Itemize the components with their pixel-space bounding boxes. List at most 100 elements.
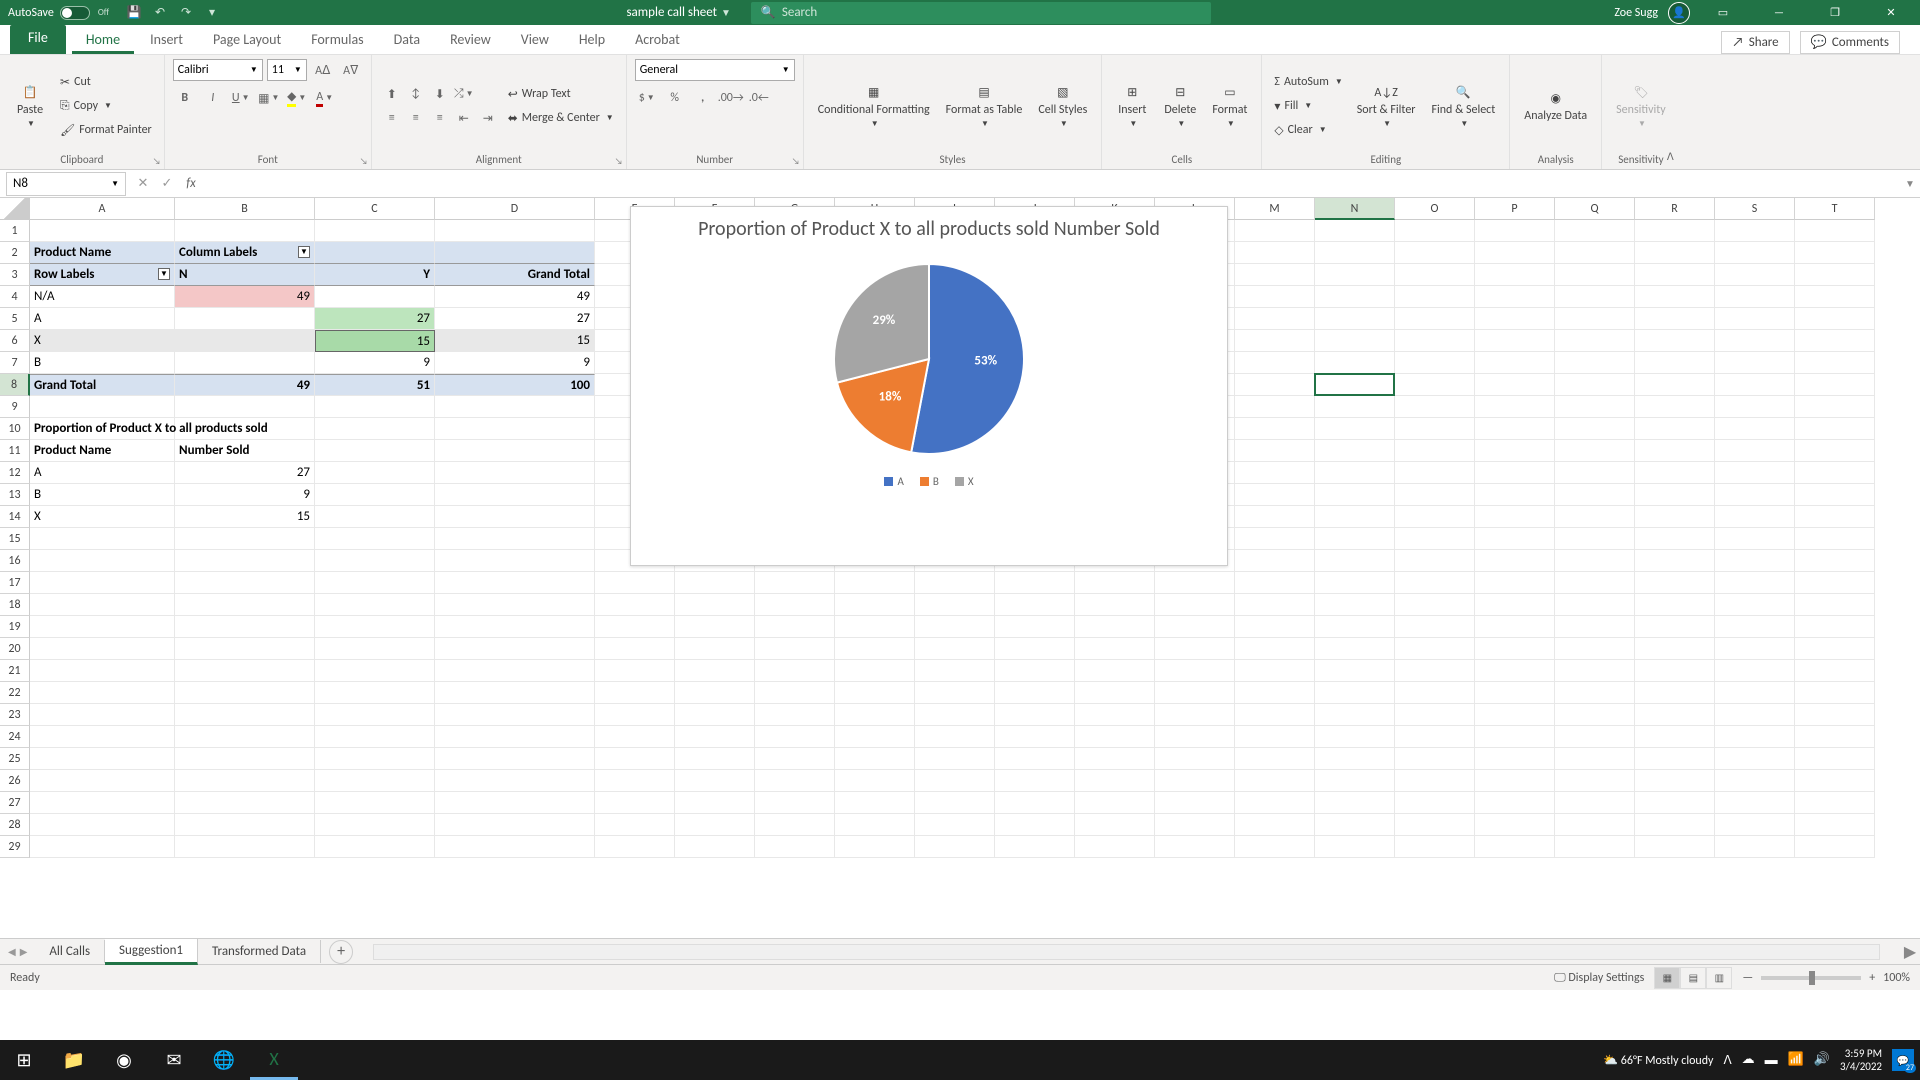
cell[interactable] [1715, 220, 1795, 242]
conditional-formatting-button[interactable]: ▦Conditional Formatting▼ [812, 59, 936, 153]
cell[interactable] [315, 814, 435, 836]
cell[interactable] [1715, 682, 1795, 704]
increase-decimal-button[interactable]: .00→ [719, 87, 743, 109]
cell[interactable] [1555, 418, 1635, 440]
weather-widget[interactable]: ⛅ 66°F Mostly cloudy [1603, 1053, 1713, 1068]
cell[interactable] [995, 594, 1075, 616]
cell[interactable] [1475, 792, 1555, 814]
cell[interactable] [30, 792, 175, 814]
cell[interactable] [1795, 220, 1875, 242]
cell[interactable] [1235, 308, 1315, 330]
cell[interactable] [835, 792, 915, 814]
cell[interactable] [1235, 506, 1315, 528]
cell[interactable] [1475, 814, 1555, 836]
cell[interactable] [435, 594, 595, 616]
cell[interactable] [1795, 242, 1875, 264]
cell[interactable] [1235, 682, 1315, 704]
cell[interactable] [1795, 594, 1875, 616]
cell[interactable] [1635, 374, 1715, 396]
horizontal-scrollbar[interactable] [373, 944, 1880, 960]
start-button[interactable]: ⊞ [0, 1040, 48, 1080]
sheet-tab-transformed-data[interactable]: Transformed Data [198, 940, 321, 963]
cell[interactable] [175, 792, 315, 814]
cell[interactable] [1555, 572, 1635, 594]
cell[interactable]: 9 [175, 484, 315, 506]
cell[interactable]: B [30, 352, 175, 374]
cell[interactable] [315, 528, 435, 550]
font-color-button[interactable]: A▼ [313, 87, 337, 109]
zoom-in-icon[interactable]: + [1869, 971, 1875, 985]
cell[interactable] [1475, 572, 1555, 594]
tab-insert[interactable]: Insert [136, 25, 197, 54]
cell[interactable] [1395, 528, 1475, 550]
cell[interactable] [1715, 506, 1795, 528]
cell[interactable] [675, 660, 755, 682]
cell[interactable] [1075, 836, 1155, 858]
tab-page-layout[interactable]: Page Layout [199, 25, 295, 54]
cell[interactable] [1635, 506, 1715, 528]
cell[interactable] [315, 484, 435, 506]
cell[interactable] [755, 770, 835, 792]
cell[interactable] [1555, 308, 1635, 330]
cell[interactable] [1075, 814, 1155, 836]
cell[interactable] [435, 748, 595, 770]
cell[interactable] [595, 638, 675, 660]
cell[interactable] [1795, 286, 1875, 308]
cell[interactable] [675, 792, 755, 814]
cell[interactable] [995, 704, 1075, 726]
page-break-view-button[interactable]: ▥ [1706, 967, 1732, 989]
select-all-button[interactable] [0, 198, 30, 220]
cell[interactable] [1235, 352, 1315, 374]
cell[interactable] [1235, 638, 1315, 660]
cell[interactable]: 27 [315, 308, 435, 330]
cell[interactable] [435, 682, 595, 704]
cell[interactable] [315, 616, 435, 638]
cell[interactable] [1635, 242, 1715, 264]
maximize-icon[interactable]: ❐ [1812, 0, 1858, 25]
cell[interactable] [1075, 660, 1155, 682]
cell[interactable] [755, 792, 835, 814]
cell[interactable] [835, 770, 915, 792]
cell[interactable] [1635, 462, 1715, 484]
cell[interactable] [315, 440, 435, 462]
cell[interactable] [30, 220, 175, 242]
cell[interactable] [755, 836, 835, 858]
cell[interactable] [1395, 550, 1475, 572]
cell[interactable] [175, 396, 315, 418]
font-name-select[interactable]: Calibri▼ [173, 59, 263, 81]
cell[interactable] [315, 704, 435, 726]
cell[interactable] [995, 792, 1075, 814]
cell[interactable] [1715, 264, 1795, 286]
cell[interactable] [435, 704, 595, 726]
cell[interactable] [1715, 396, 1795, 418]
cell[interactable] [1475, 462, 1555, 484]
cell[interactable] [1555, 352, 1635, 374]
cell[interactable] [1715, 286, 1795, 308]
cell[interactable] [175, 704, 315, 726]
row-header[interactable]: 17 [0, 572, 30, 594]
cell[interactable]: 9 [315, 352, 435, 374]
cell[interactable] [1395, 836, 1475, 858]
cell[interactable] [175, 352, 315, 374]
name-box[interactable]: N8▼ [6, 172, 126, 196]
cell[interactable] [675, 748, 755, 770]
ribbon-display-icon[interactable]: ▭ [1700, 0, 1746, 25]
cell[interactable] [915, 616, 995, 638]
row-header[interactable]: 29 [0, 836, 30, 858]
column-header[interactable]: B [175, 198, 315, 220]
row-header[interactable]: 19 [0, 616, 30, 638]
row-header[interactable]: 6 [0, 330, 30, 352]
cell[interactable] [1635, 814, 1715, 836]
cell[interactable] [1635, 220, 1715, 242]
cell[interactable] [1555, 462, 1635, 484]
cell[interactable] [835, 704, 915, 726]
cell[interactable] [435, 396, 595, 418]
cell[interactable]: A [30, 308, 175, 330]
cell[interactable] [675, 572, 755, 594]
dialog-launcher-icon[interactable]: ↘ [153, 156, 161, 167]
cell[interactable] [30, 814, 175, 836]
cell[interactable] [1075, 638, 1155, 660]
cell[interactable] [1155, 638, 1235, 660]
wifi-icon[interactable]: 📶 [1788, 1052, 1804, 1068]
cell[interactable] [315, 594, 435, 616]
